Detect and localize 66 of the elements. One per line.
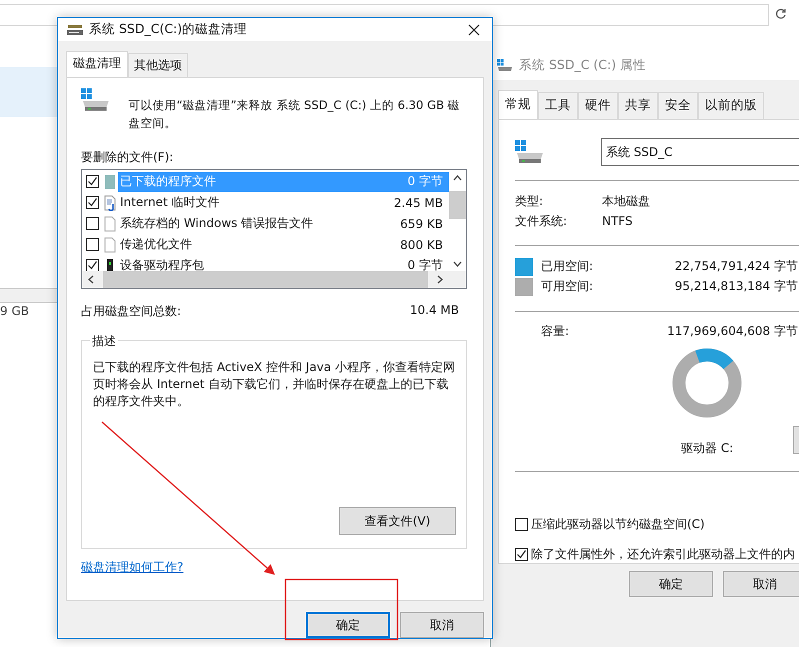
checkbox[interactable] [515, 548, 528, 562]
window-title: 系统 SSD_C(C:)的磁盘清理 [89, 21, 248, 38]
dialog-button[interactable]: 确定 [306, 612, 390, 638]
field-value: 117,969,604,608 字节 [666, 323, 798, 340]
list-label: 要删除的文件(F): [81, 150, 174, 164]
checkbox-label: 除了文件属性外，还允许索引此驱动器上文件的内 [531, 546, 795, 564]
checkbox[interactable] [86, 175, 99, 188]
dialog-button[interactable]: 确定 [629, 571, 713, 597]
drive-icon [497, 59, 513, 71]
drive-icon [515, 140, 545, 164]
field-label: 已用空间: [541, 258, 594, 275]
list-item[interactable]: 系统存档的 Windows 错误报告文件 659 KB [118, 214, 449, 234]
tab[interactable]: 工具 [538, 92, 578, 119]
list-item[interactable]: Internet 临时文件 2.45 MB [118, 192, 449, 212]
chevron-left-icon[interactable] [88, 275, 94, 284]
document-icon [104, 216, 116, 232]
intro-text: 可以使用“磁盘清理”来释放 系统 SSD_C (C:) 上的 6.30 GB 磁盘空间。 [128, 97, 461, 132]
tab[interactable]: 共享 [618, 92, 658, 119]
drive-icon [81, 88, 111, 112]
description-text: 已下载的程序文件包括 ActiveX 控件和 Java 小程序，你查看特定网页时将会从 Internet 自动下载它们，并临时保存在硬盘上的已下载的程序文件夹中。 [93, 359, 456, 410]
checkbox[interactable] [515, 518, 528, 532]
refresh-icon[interactable] [775, 8, 787, 20]
scrollbar-thumb[interactable] [449, 191, 466, 219]
field-value: 22,754,791,424 字节 [674, 258, 798, 275]
field-value: 本地磁盘 [602, 192, 650, 210]
window-title: 系统 SSD_C (C:) 属性 [519, 56, 646, 74]
total-value: 10.4 MB [410, 303, 459, 319]
checkbox[interactable] [86, 259, 99, 271]
field-value: 95,214,813,184 字节 [674, 278, 798, 296]
chevron-up-icon[interactable] [453, 175, 462, 181]
horizontal-scrollbar[interactable] [82, 271, 466, 288]
total-label: 占用磁盘空间总数: [81, 303, 182, 320]
checkbox[interactable] [86, 238, 99, 251]
field-label: 容量: [541, 323, 570, 340]
scrollbar-thumb[interactable] [103, 271, 428, 288]
web-page-icon [104, 194, 116, 210]
chevron-down-icon[interactable] [453, 261, 462, 267]
tab[interactable]: 安全 [658, 92, 698, 119]
list-item[interactable]: 设备驱动程序包 0 字节 [118, 256, 449, 271]
view-files-button[interactable]: 查看文件(V) [339, 507, 456, 535]
dialog-button[interactable]: 取消 [723, 571, 799, 597]
size-text: 9 GB [0, 304, 29, 318]
device-icon [104, 258, 116, 271]
list-item[interactable]: 传递优化文件 800 KB [118, 234, 449, 254]
document-icon [104, 236, 116, 252]
checkbox[interactable] [86, 217, 99, 230]
field-value: NTFS [602, 214, 633, 228]
name-field[interactable]: 系统 SSD_C [600, 138, 799, 166]
help-link[interactable]: 磁盘清理如何工作? [81, 559, 184, 576]
dialog-button[interactable]: 取消 [400, 612, 484, 638]
tab[interactable]: 常规 [498, 90, 538, 119]
field-label: 文件系统: [515, 212, 568, 230]
folder-icon [104, 174, 116, 190]
group-title: 描述 [90, 333, 118, 350]
tab[interactable]: 以前的版 [698, 92, 764, 119]
close-icon[interactable] [468, 24, 480, 36]
donut-chart [672, 348, 742, 418]
tab[interactable]: 磁盘清理 [66, 51, 128, 77]
drive-label: 驱动器 C: [681, 440, 734, 458]
checkbox-label: 压缩此驱动器以节约磁盘空间(C) [531, 516, 705, 534]
field-label: 可用空间: [541, 278, 594, 296]
tab[interactable]: 硬件 [578, 92, 618, 119]
checkbox[interactable] [86, 196, 99, 209]
chevron-right-icon[interactable] [437, 275, 443, 284]
field-label: 类型: [515, 192, 544, 210]
drive-icon [67, 24, 83, 36]
